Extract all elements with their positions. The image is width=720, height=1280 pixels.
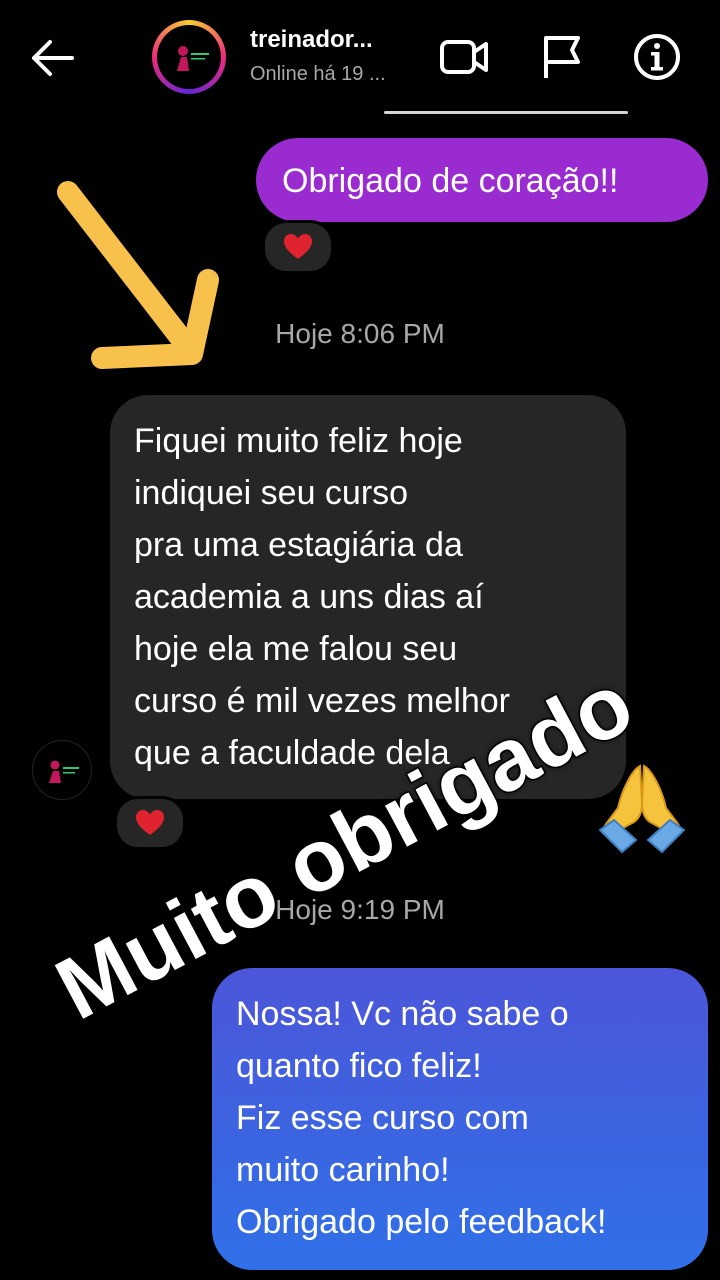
info-icon [634,34,680,80]
heart-icon [136,810,164,835]
back-button[interactable] [24,30,80,86]
outgoing-message[interactable]: Obrigado de coração!! [256,138,708,222]
contact-name[interactable]: treinador... [250,26,373,54]
message-line: hoje ela me falou seu [134,630,458,668]
header-divider [384,111,628,114]
heart-reaction[interactable] [114,796,186,850]
back-arrow-icon [32,40,74,76]
message-text: Obrigado de coração!! [282,162,619,200]
avatar-image [157,25,221,89]
report-button[interactable] [536,30,590,84]
yellow-arrow-icon [57,181,219,369]
message-line: Nossa! Vc não sabe o [236,995,569,1033]
message-line: pra uma estagiária da [134,526,463,564]
praying-hands-icon [598,764,686,854]
message-line: academia a uns dias aí [134,578,484,616]
message-line: quanto fico feliz! [236,1047,482,1085]
message-line: Fiquei muito feliz hoje [134,422,463,460]
heart-reaction[interactable] [262,220,334,274]
message-line: Fiz esse curso com [236,1099,529,1137]
contact-avatar[interactable] [152,20,226,94]
outgoing-message[interactable]: Nossa! Vc não sabe o quanto fico feliz! … [212,968,708,1270]
timestamp: Hoje 8:06 PM [275,318,445,349]
chat-header: treinador... Online há 19 ... [0,0,720,120]
flag-icon [544,36,580,78]
sender-avatar[interactable] [32,740,92,800]
video-call-button[interactable] [437,30,491,84]
message-line: Obrigado pelo feedback! [236,1203,607,1241]
message-line: indiquei seu curso [134,474,409,512]
message-line: muito carinho! [236,1151,450,1189]
video-call-icon [440,40,488,74]
heart-icon [284,234,312,259]
contact-status: Online há 19 ... [250,63,386,85]
info-button[interactable] [630,30,684,84]
